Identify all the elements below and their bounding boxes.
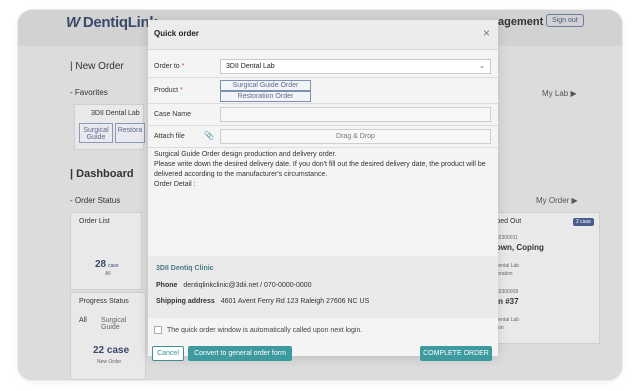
chevron-down-icon: ⌄ xyxy=(479,63,485,70)
new-order-heading: | New Order xyxy=(70,61,124,72)
clinic-name: 3DII Dentiq Clinic xyxy=(156,265,214,272)
favorite-tab-surgical-guide[interactable]: Surgical Guide xyxy=(79,123,113,143)
case-name-input[interactable] xyxy=(220,107,491,122)
modal-header: Quick order × xyxy=(148,20,498,50)
clinic-shipping-address: Shipping address 4601 Avent Ferry Rd 123 … xyxy=(156,298,370,305)
cancel-button[interactable]: Cancel xyxy=(152,346,184,361)
product-label: Product * xyxy=(154,87,183,94)
shipped-out-badge: 2 case xyxy=(573,218,594,226)
clinic-info: 3DII Dentiq Clinic Phone dentiqlinkclinic… xyxy=(148,256,498,318)
description-line: Please write down the desired delivery d… xyxy=(154,161,486,178)
paperclip-icon[interactable]: 📎 xyxy=(204,131,214,140)
file-drop-zone[interactable]: Drag & Drop xyxy=(220,129,491,144)
order-to-select[interactable]: 3DII Dental Lab ⌄ xyxy=(220,59,491,74)
auto-call-checkbox[interactable] xyxy=(154,326,162,334)
progress-tab-all[interactable]: All xyxy=(79,317,87,324)
order-count: 28 case xyxy=(95,259,119,270)
quick-order-modal: Quick order × Order to * 3DII Dental Lab … xyxy=(148,20,498,361)
favorite-lab-card[interactable]: 3DII Dental Lab Surgical Guide Restora xyxy=(74,104,145,150)
order-list-card[interactable]: Order List 28 case All xyxy=(70,212,142,290)
progress-count: 22 case xyxy=(93,345,130,356)
auto-call-label: The quick order window is automatically … xyxy=(167,326,363,334)
sign-out-button[interactable]: Sign out xyxy=(546,14,584,27)
order-status-heading: - Order Status xyxy=(70,196,121,205)
attach-file-label: Attach file xyxy=(154,133,185,140)
clinic-phone: Phone dentiqlinkclinic@3dii.net / 070-000… xyxy=(156,282,312,289)
order-to-row: Order to * 3DII Dental Lab ⌄ xyxy=(148,56,498,78)
order-all-label: All xyxy=(105,271,111,277)
product-option-surgical-guide[interactable]: Surgical Guide Order xyxy=(220,80,311,91)
my-order-link[interactable]: My Order ▶ xyxy=(536,196,578,205)
product-row: Product * Surgical Guide Order Restoratio… xyxy=(148,78,498,104)
close-icon[interactable]: × xyxy=(483,26,490,40)
order-description: Surgical Guide Order design production a… xyxy=(154,150,492,190)
auto-call-option: The quick order window is automatically … xyxy=(154,326,362,334)
favorites-heading: - Favorites xyxy=(70,88,108,97)
attach-file-row: Attach file 📎 Drag & Drop xyxy=(148,126,498,148)
product-option-restoration[interactable]: Restoration Order xyxy=(220,91,311,102)
progress-label: New Order xyxy=(97,359,122,365)
my-lab-link[interactable]: My Lab ▶ xyxy=(542,89,577,98)
favorite-lab-title: 3DII Dental Lab xyxy=(91,110,140,117)
app-logo: W DentiqLink xyxy=(66,14,158,31)
progress-status-title: Progress Status xyxy=(79,298,129,305)
order-to-label: Order to * xyxy=(154,63,185,70)
description-line: Surgical Guide Order design production a… xyxy=(154,151,337,158)
complete-order-button[interactable]: COMPLETE ORDER xyxy=(420,346,492,361)
dashboard-heading: | Dashboard xyxy=(70,168,134,180)
modal-title: Quick order xyxy=(154,29,199,38)
order-list-title: Order List xyxy=(79,218,110,225)
order-detail-label: Order Detail : xyxy=(154,181,196,188)
app-window: W DentiqLink agement Sign out | New Order… xyxy=(18,10,622,380)
shipped-out-card[interactable]: hipped Out 2 case P0962300011 Crown, Cop… xyxy=(480,212,600,344)
convert-to-general-order-button[interactable]: Convert to general order form xyxy=(188,346,292,361)
case-name-row: Case Name xyxy=(148,104,498,126)
case-name-label: Case Name xyxy=(154,111,191,118)
progress-status-card[interactable]: Progress Status All Surgical Guide 22 ca… xyxy=(70,292,146,380)
progress-tab-surgical-guide[interactable]: Surgical Guide xyxy=(101,317,145,331)
favorite-tab-restoration[interactable]: Restora xyxy=(115,123,145,143)
header-management-link[interactable]: agement xyxy=(498,16,543,28)
